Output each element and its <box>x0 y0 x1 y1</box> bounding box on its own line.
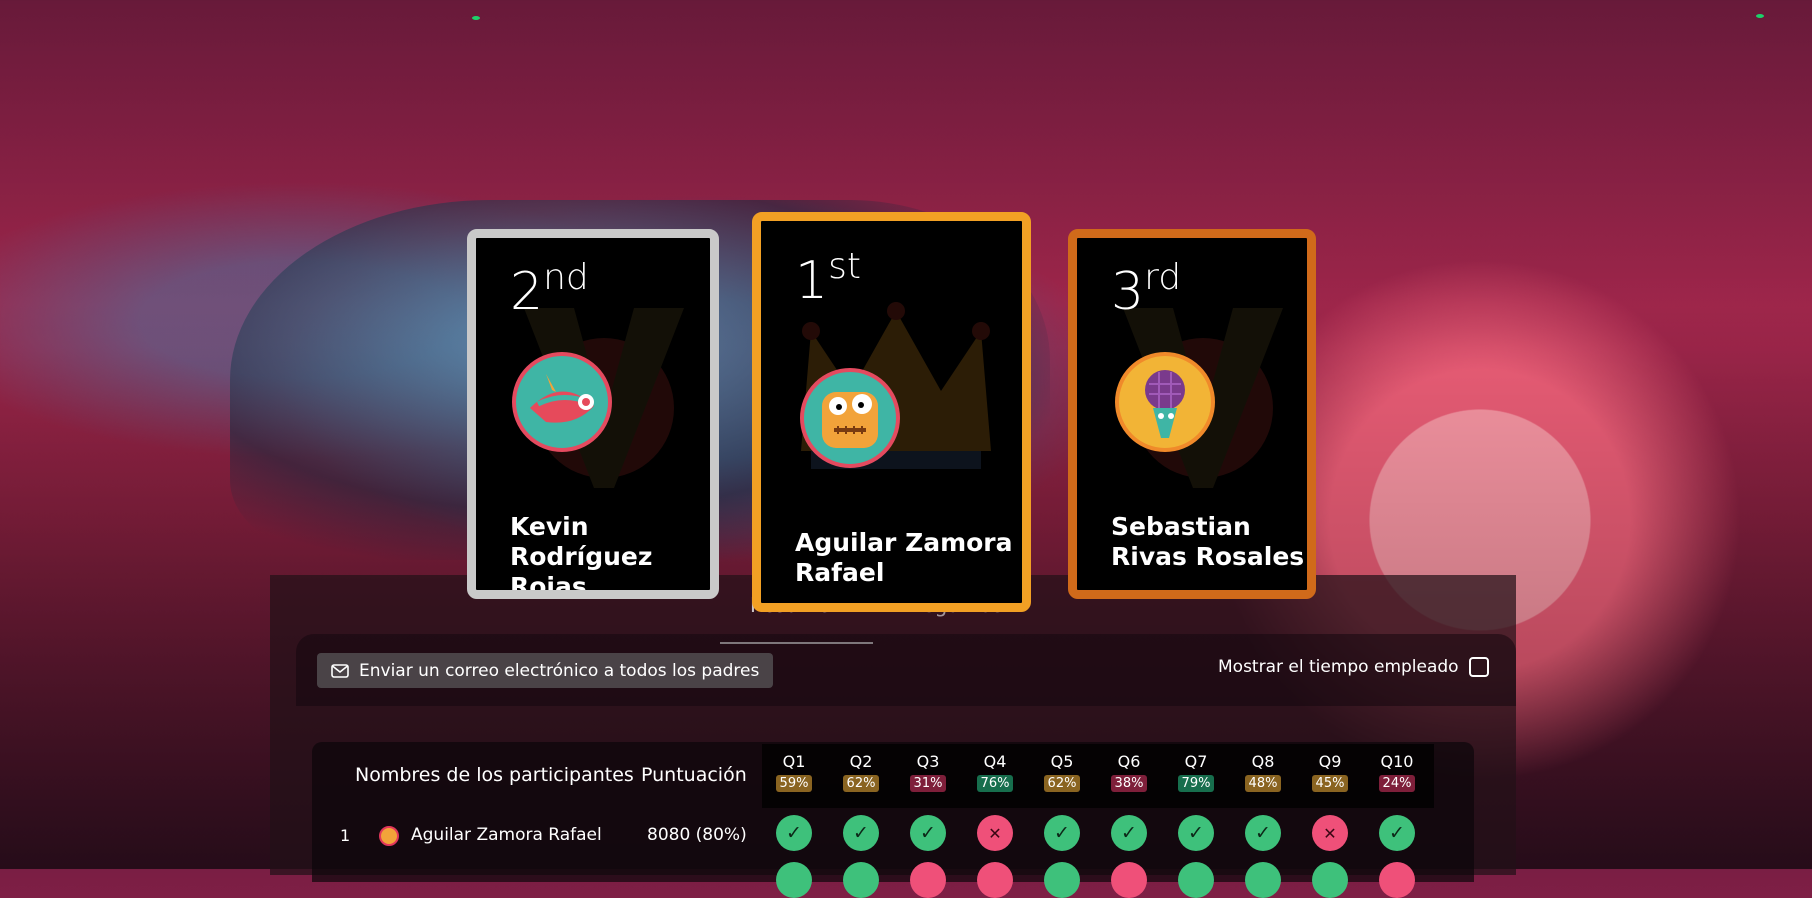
next-row-answer-icon <box>977 862 1013 898</box>
podium-card-third: 3rd Sebastian Rivas Rosales <box>1068 229 1316 599</box>
question-column-header[interactable]: Q6 38% <box>1109 752 1149 792</box>
question-column-header[interactable]: Q1 59% <box>774 752 814 792</box>
column-header-score: Puntuación <box>641 764 747 786</box>
microphone-avatar <box>1115 352 1215 452</box>
question-column-header[interactable]: Q2 62% <box>841 752 881 792</box>
place-label-second: 2nd <box>510 257 589 322</box>
winner-name-first: Aguilar Zamora Rafael <box>795 528 1013 587</box>
orange-monster-avatar <box>800 368 900 468</box>
question-label: Q2 <box>849 752 873 771</box>
show-time-checkbox[interactable] <box>1468 657 1489 677</box>
next-row-answer-icon <box>843 862 879 898</box>
podium-card-second: 2nd Kevin Rodríguez Rojas <box>467 229 719 599</box>
email-all-parents-button[interactable]: Enviar un correo electrónico a todos los… <box>317 653 774 688</box>
show-time-toggle[interactable]: Mostrar el tiempo empleado <box>1218 657 1489 677</box>
question-label: Q1 <box>782 752 806 771</box>
next-row-answer-icon <box>1044 862 1080 898</box>
question-accuracy-badge: 62% <box>1043 775 1081 792</box>
question-label: Q6 <box>1117 752 1141 771</box>
question-accuracy-badge: 59% <box>775 775 813 792</box>
question-label: Q8 <box>1251 752 1275 771</box>
next-row-answer-icon <box>1379 862 1415 898</box>
question-label: Q10 <box>1380 752 1414 771</box>
question-column-header[interactable]: Q9 45% <box>1310 752 1350 792</box>
correct-answer-icon[interactable]: ✓ <box>1245 815 1281 851</box>
participant-avatar <box>379 826 399 846</box>
question-label: Q9 <box>1318 752 1342 771</box>
correct-answer-icon[interactable]: ✓ <box>1044 815 1080 851</box>
question-column-header[interactable]: Q8 48% <box>1243 752 1283 792</box>
question-column-header[interactable]: Q10 24% <box>1377 752 1417 792</box>
question-label: Q7 <box>1184 752 1208 771</box>
correct-answer-icon[interactable]: ✓ <box>910 815 946 851</box>
correct-answer-icon[interactable]: ✓ <box>1379 815 1415 851</box>
decorative-dot <box>1756 14 1764 18</box>
question-accuracy-badge: 62% <box>842 775 880 792</box>
question-accuracy-badge: 45% <box>1311 775 1349 792</box>
participant-score: 8080 (80%) <box>647 825 747 845</box>
winner-name-second: Kevin Rodríguez Rojas <box>510 512 653 599</box>
question-label: Q5 <box>1050 752 1074 771</box>
correct-answer-icon[interactable]: ✓ <box>776 815 812 851</box>
wrong-answer-icon[interactable]: ✕ <box>1312 815 1348 851</box>
podium-card-first: 1st Aguilar Zamora Rafael <box>752 212 1031 612</box>
question-column-header[interactable]: Q7 79% <box>1176 752 1216 792</box>
question-accuracy-badge: 48% <box>1244 775 1282 792</box>
question-column-header[interactable]: Q5 62% <box>1042 752 1082 792</box>
next-row-answer-icon <box>1178 862 1214 898</box>
question-accuracy-badge: 76% <box>976 775 1014 792</box>
mail-icon <box>331 663 349 678</box>
participant-name[interactable]: Aguilar Zamora Rafael <box>411 825 602 845</box>
correct-answer-icon[interactable]: ✓ <box>843 815 879 851</box>
decorative-dot <box>472 16 480 20</box>
next-row-answer-icon <box>1111 862 1147 898</box>
question-accuracy-badge: 79% <box>1177 775 1215 792</box>
question-label: Q4 <box>983 752 1007 771</box>
question-accuracy-badge: 31% <box>909 775 947 792</box>
pilgrim-hat-avatar <box>512 352 612 452</box>
row-rank: 1 <box>340 826 351 845</box>
correct-answer-icon[interactable]: ✓ <box>1178 815 1214 851</box>
email-button-label: Enviar un correo electrónico a todos los… <box>359 660 760 681</box>
place-label-third: 3rd <box>1111 257 1182 322</box>
question-column-header[interactable]: Q4 76% <box>975 752 1015 792</box>
next-row-answer-icon <box>1312 862 1348 898</box>
column-header-name: Nombres de los participantes <box>355 764 634 786</box>
winner-name-third: Sebastian Rivas Rosales <box>1111 512 1305 571</box>
place-label-first: 1st <box>795 246 861 311</box>
next-row-answer-icon <box>910 862 946 898</box>
next-row-answer-icon <box>776 862 812 898</box>
question-column-header[interactable]: Q3 31% <box>908 752 948 792</box>
correct-answer-icon[interactable]: ✓ <box>1111 815 1147 851</box>
wrong-answer-icon[interactable]: ✕ <box>977 815 1013 851</box>
question-accuracy-badge: 38% <box>1110 775 1148 792</box>
show-time-label: Mostrar el tiempo empleado <box>1218 657 1459 677</box>
question-accuracy-badge: 24% <box>1378 775 1416 792</box>
question-label: Q3 <box>916 752 940 771</box>
next-row-answer-icon <box>1245 862 1281 898</box>
